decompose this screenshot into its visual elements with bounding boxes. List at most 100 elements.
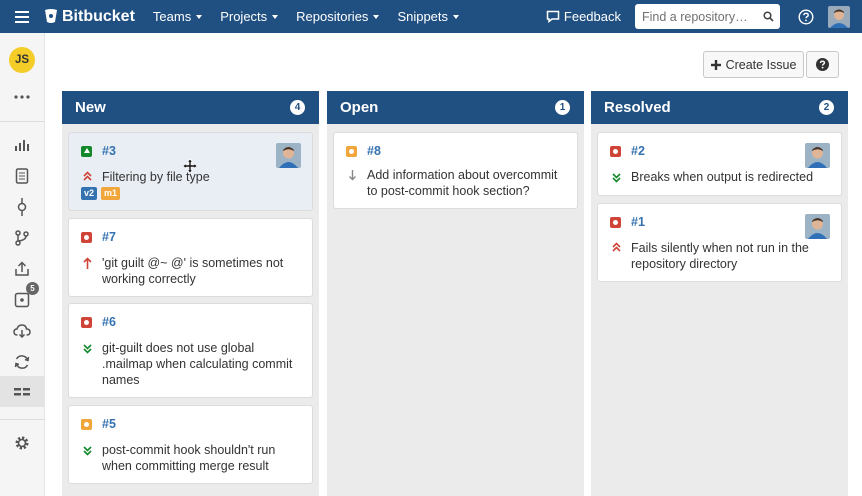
issue-id[interactable]: #8 <box>367 144 381 158</box>
move-cursor-icon <box>182 158 198 178</box>
speech-bubble-icon <box>546 10 560 23</box>
issue-label[interactable]: v2 <box>81 187 98 200</box>
issue-id[interactable]: #6 <box>102 315 116 329</box>
chevron-down-icon <box>272 14 279 19</box>
nav-teams-label: Teams <box>152 9 192 24</box>
topbar-right: Feedback <box>546 0 862 33</box>
issue-title[interactable]: Breaks when output is redirected <box>631 169 831 185</box>
feedback-link[interactable]: Feedback <box>546 9 621 24</box>
search-icon[interactable] <box>763 11 774 22</box>
column-title: Open <box>340 99 379 116</box>
question-icon <box>816 58 829 71</box>
priority-critical-icon <box>81 257 93 269</box>
column-open: Open 1 #8 Add information about overcomm… <box>327 91 584 496</box>
bitbucket-logo[interactable]: Bitbucket <box>44 8 135 26</box>
priority-major-icon <box>81 171 93 183</box>
plus-icon <box>710 59 721 70</box>
bug-type-icon <box>81 232 92 243</box>
column-count-badge: 1 <box>555 100 570 115</box>
issue-card[interactable]: #8 Add information about overcommit to p… <box>333 132 578 209</box>
nav-snippets-label: Snippets <box>397 9 449 24</box>
column-resolved: Resolved 2 #2 Breaks when output is redi… <box>591 91 848 496</box>
repository-avatar[interactable]: JS <box>9 47 35 73</box>
issue-card[interactable]: #1 Fails silently when not run in the re… <box>597 203 842 282</box>
create-issue-button[interactable]: Create Issue <box>703 51 804 78</box>
boards-icon[interactable] <box>0 376 44 407</box>
issue-id[interactable]: #3 <box>102 144 116 158</box>
settings-icon[interactable] <box>0 429 44 457</box>
issue-card[interactable]: #5 post-commit hook shouldn't run when c… <box>68 405 313 484</box>
create-issue-label: Create Issue <box>725 57 797 72</box>
column-header: Resolved 2 <box>591 91 848 124</box>
top-navigation-bar: Bitbucket Teams Projects Repositories Sn… <box>0 0 862 33</box>
priority-trivial-icon <box>610 173 622 185</box>
assignee-avatar[interactable] <box>805 214 830 239</box>
task-type-icon <box>81 419 92 430</box>
source-icon[interactable] <box>0 162 44 190</box>
avatar-initials: JS <box>14 54 30 66</box>
repository-search[interactable] <box>635 4 780 29</box>
issue-card[interactable]: #7 'git guilt @~ @' is sometimes not wor… <box>68 218 313 297</box>
bug-type-icon <box>610 146 621 157</box>
issues-count-badge: 5 <box>26 282 39 295</box>
board-help-button[interactable] <box>806 51 839 78</box>
branches-icon[interactable] <box>0 224 44 252</box>
improvement-type-icon <box>81 146 92 157</box>
issue-labels: v2 m1 <box>81 187 124 200</box>
help-icon[interactable] <box>798 8 814 25</box>
priority-major-icon <box>610 242 622 254</box>
column-title: Resolved <box>604 99 671 116</box>
nav-repositories[interactable]: Repositories <box>296 9 380 24</box>
user-avatar[interactable] <box>828 5 850 28</box>
nav-snippets[interactable]: Snippets <box>397 9 460 24</box>
bug-type-icon <box>81 317 92 328</box>
priority-minor-icon <box>346 170 358 182</box>
issue-title[interactable]: 'git guilt @~ @' is sometimes not workin… <box>102 255 302 287</box>
priority-trivial-icon <box>81 344 93 356</box>
issue-id[interactable]: #1 <box>631 215 645 229</box>
sidebar-divider <box>0 419 44 420</box>
overview-icon[interactable] <box>0 131 44 159</box>
sidebar-divider <box>0 121 44 122</box>
issue-title[interactable]: Filtering by file type <box>102 169 302 185</box>
issue-card[interactable]: #6 git-guilt does not use global .mailma… <box>68 303 313 398</box>
nav-teams[interactable]: Teams <box>152 9 203 24</box>
search-input[interactable] <box>642 9 752 24</box>
repository-sidebar: JS 5 <box>0 33 45 496</box>
column-header: Open 1 <box>327 91 584 124</box>
bug-type-icon <box>610 217 621 228</box>
issue-id[interactable]: #5 <box>102 417 116 431</box>
column-new: New 4 #3 Filtering by file type v2 m1 #7… <box>62 91 319 496</box>
assignee-avatar[interactable] <box>805 143 830 168</box>
more-icon[interactable] <box>0 83 44 111</box>
assignee-avatar[interactable] <box>276 143 301 168</box>
issue-title[interactable]: Fails silently when not run in the repos… <box>631 240 831 272</box>
nav-repositories-label: Repositories <box>296 9 369 24</box>
chevron-down-icon <box>196 14 203 19</box>
issue-id[interactable]: #7 <box>102 230 116 244</box>
issue-title[interactable]: git-guilt does not use global .mailmap w… <box>102 340 302 388</box>
chevron-down-icon <box>373 14 380 19</box>
issue-title[interactable]: post-commit hook shouldn't run when comm… <box>102 442 302 474</box>
feedback-label: Feedback <box>563 9 621 24</box>
issues-icon[interactable]: 5 <box>0 282 44 314</box>
issue-label[interactable]: m1 <box>101 187 121 200</box>
issue-id[interactable]: #2 <box>631 144 645 158</box>
pipelines-icon[interactable] <box>0 348 44 376</box>
column-title: New <box>75 99 106 116</box>
nav-projects[interactable]: Projects <box>220 9 279 24</box>
chevron-down-icon <box>453 14 460 19</box>
downloads-icon[interactable] <box>0 317 44 345</box>
pull-requests-icon[interactable] <box>0 255 44 283</box>
menu-icon[interactable] <box>0 10 44 23</box>
column-count-badge: 2 <box>819 100 834 115</box>
brand-name: Bitbucket <box>62 7 135 25</box>
bitbucket-bucket-icon <box>45 9 57 23</box>
nav-projects-label: Projects <box>220 9 268 24</box>
column-header: New 4 <box>62 91 319 124</box>
commits-icon[interactable] <box>0 193 44 221</box>
issue-card[interactable]: #2 Breaks when output is redirected <box>597 132 842 196</box>
issue-title[interactable]: Add information about overcommit to post… <box>367 167 567 199</box>
priority-trivial-icon <box>81 446 93 458</box>
task-type-icon <box>346 146 357 157</box>
